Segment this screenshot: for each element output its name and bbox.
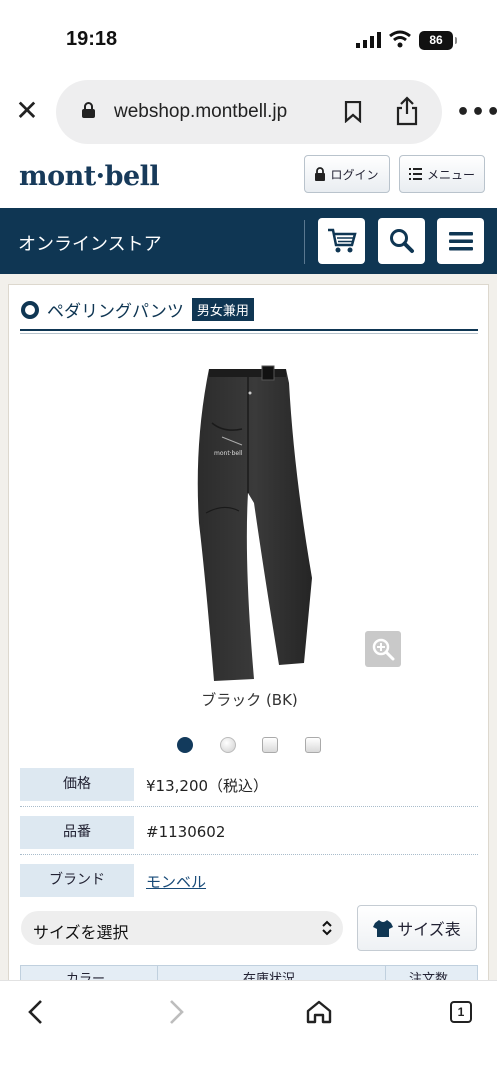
wifi-icon bbox=[389, 30, 411, 48]
home-icon bbox=[306, 1000, 332, 1024]
cart-icon bbox=[327, 228, 357, 253]
title-underline bbox=[20, 329, 478, 334]
size-chart-button[interactable]: サイズ表 bbox=[357, 905, 477, 951]
back-button[interactable] bbox=[18, 995, 52, 1029]
title-bullet-icon bbox=[21, 300, 39, 319]
battery-indicator: 86 bbox=[419, 31, 457, 50]
menu-button[interactable]: メニュー bbox=[399, 155, 485, 193]
store-nav-bar: オンラインストア bbox=[0, 208, 497, 274]
search-icon bbox=[389, 229, 414, 253]
color-swatch-4[interactable] bbox=[305, 737, 321, 753]
color-name: ブラック (BK) bbox=[201, 691, 298, 709]
brand-row: ブランド モンベル bbox=[20, 859, 478, 903]
browser-toolbar: 1 bbox=[0, 980, 497, 1080]
chevron-right-icon bbox=[170, 1000, 184, 1024]
brand-label: ブランド bbox=[20, 864, 134, 897]
more-options-icon[interactable]: ••• bbox=[456, 100, 497, 125]
search-button[interactable] bbox=[378, 218, 425, 264]
cart-button[interactable] bbox=[318, 218, 365, 264]
zoom-button[interactable] bbox=[365, 631, 401, 667]
status-time: 19:18 bbox=[66, 28, 118, 50]
login-button[interactable]: ログイン bbox=[304, 155, 390, 193]
hamburger-icon bbox=[448, 232, 473, 251]
list-icon bbox=[408, 168, 422, 180]
size-select-value: サイズを選択 bbox=[33, 923, 129, 942]
price-label: 価格 bbox=[20, 768, 134, 801]
color-swatch-3[interactable] bbox=[262, 737, 278, 753]
hamburger-menu-button[interactable] bbox=[437, 218, 484, 264]
sku-row: 品番 #1130602 bbox=[20, 811, 478, 855]
sku-label: 品番 bbox=[20, 816, 134, 849]
brand-logo[interactable]: mont·bell bbox=[19, 161, 160, 192]
nav-title[interactable]: オンラインストア bbox=[18, 230, 162, 256]
bookmark-icon[interactable] bbox=[344, 101, 362, 123]
product-title: ペダリングパンツ 男女兼用 bbox=[21, 297, 254, 322]
size-chart-label: サイズ表 bbox=[397, 920, 461, 939]
browser-address-bar: ✕ webshop.montbell.jp ••• bbox=[0, 78, 497, 148]
chevron-left-icon bbox=[28, 1000, 42, 1024]
unisex-badge: 男女兼用 bbox=[191, 298, 254, 321]
product-card: ペダリングパンツ 男女兼用 mont·bell ブラック (BK) 価格 ¥13… bbox=[8, 284, 489, 987]
url-field[interactable]: webshop.montbell.jp bbox=[56, 80, 442, 144]
sku-value: #1130602 bbox=[146, 823, 226, 841]
forward-button[interactable] bbox=[160, 995, 194, 1029]
share-icon[interactable] bbox=[395, 96, 419, 126]
product-name: ペダリングパンツ bbox=[47, 302, 184, 322]
tab-count: 1 bbox=[450, 1001, 472, 1023]
zoom-in-icon bbox=[372, 638, 395, 661]
chevron-updown-icon bbox=[322, 920, 332, 936]
brand-link[interactable]: モンベル bbox=[146, 871, 206, 892]
close-tab-button[interactable]: ✕ bbox=[12, 96, 42, 126]
nav-divider bbox=[304, 220, 305, 264]
home-button[interactable] bbox=[302, 995, 336, 1029]
price-row: 価格 ¥13,200（税込） bbox=[20, 763, 478, 807]
svg-text:mont·bell: mont·bell bbox=[214, 450, 243, 457]
price-value: ¥13,200（税込） bbox=[146, 777, 269, 795]
site-header: mont·bell ログイン メニュー bbox=[0, 148, 497, 208]
shirt-icon bbox=[373, 920, 394, 937]
color-swatch-black[interactable] bbox=[177, 737, 193, 753]
color-swatch-2[interactable] bbox=[220, 737, 236, 753]
lock-icon bbox=[315, 167, 326, 181]
lock-icon bbox=[82, 102, 95, 118]
page-content: ペダリングパンツ 男女兼用 mont·bell ブラック (BK) 価格 ¥13… bbox=[0, 274, 497, 987]
product-image: mont·bell bbox=[197, 365, 312, 681]
url-text: webshop.montbell.jp bbox=[114, 101, 288, 122]
menu-label: メニュー bbox=[426, 167, 475, 182]
size-select[interactable]: サイズを選択 bbox=[21, 911, 343, 945]
tabs-button[interactable]: 1 bbox=[444, 995, 478, 1029]
login-label: ログイン bbox=[330, 167, 379, 182]
cellular-signal-icon bbox=[356, 32, 381, 48]
status-bar: 19:18 86 bbox=[0, 0, 497, 78]
